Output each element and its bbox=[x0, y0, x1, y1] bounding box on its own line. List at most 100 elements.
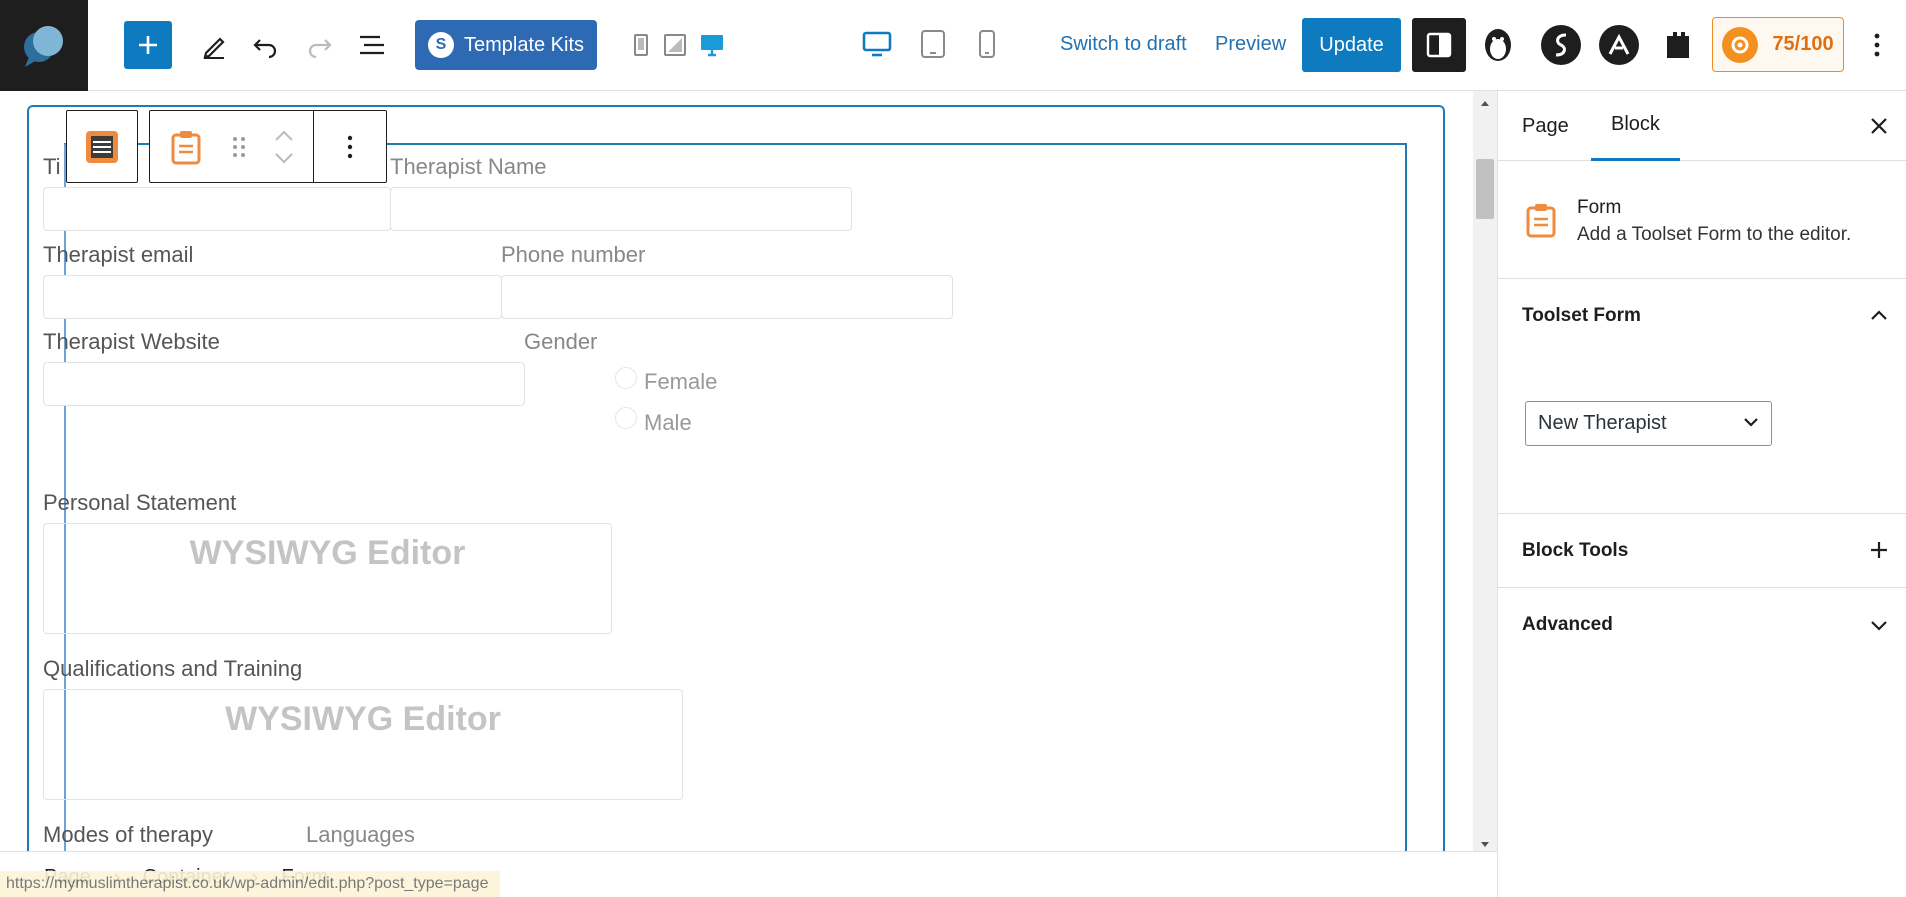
redo-button[interactable] bbox=[300, 25, 340, 65]
scrollbar-thumb[interactable] bbox=[1476, 159, 1494, 219]
drag-dots-icon bbox=[232, 136, 245, 157]
qualifications-label: Qualifications and Training bbox=[43, 656, 303, 681]
phone-number-label: Phone number bbox=[501, 242, 646, 267]
languages-label: Languages bbox=[306, 822, 415, 847]
spectra-plugin-button[interactable] bbox=[1541, 25, 1581, 65]
therapist-email-label: Therapist email bbox=[43, 242, 194, 267]
block-title: Form bbox=[1577, 197, 1622, 218]
mobile-layout-icon[interactable] bbox=[630, 32, 652, 58]
toolset-plugin-button[interactable] bbox=[1658, 25, 1698, 65]
gear-icon bbox=[1722, 26, 1759, 63]
panel-title-advanced[interactable]: Advanced bbox=[1522, 614, 1613, 636]
desktop-icon bbox=[862, 31, 892, 57]
gender-male-label: Male bbox=[644, 410, 692, 435]
tab-page[interactable]: Page bbox=[1522, 91, 1569, 161]
block-tools-panel[interactable]: Block Tools bbox=[1498, 514, 1906, 588]
move-buttons bbox=[256, 111, 314, 182]
chevron-down-icon[interactable] bbox=[1870, 620, 1888, 632]
penguin-plugin-button[interactable] bbox=[1478, 25, 1518, 65]
block-card: Form Add a Toolset Form to the editor. bbox=[1498, 161, 1906, 279]
gender-male-radio[interactable] bbox=[615, 407, 637, 429]
document-overview-button[interactable] bbox=[352, 25, 392, 65]
block-description: Add a Toolset Form to the editor. bbox=[1577, 224, 1852, 245]
add-block-button[interactable] bbox=[124, 21, 172, 69]
editor-canvas[interactable]: Ti Therapist Name Therapist email Phone … bbox=[0, 91, 1473, 851]
close-icon[interactable] bbox=[1868, 115, 1890, 137]
desktop-preview-button[interactable] bbox=[860, 27, 894, 61]
tab-block[interactable]: Block bbox=[1591, 91, 1680, 161]
select-parent-block-button[interactable] bbox=[66, 110, 138, 183]
preview-link[interactable]: Preview bbox=[1215, 33, 1286, 56]
title-input[interactable] bbox=[43, 187, 391, 231]
form-select[interactable]: New Therapist bbox=[1525, 401, 1772, 446]
template-kits-icon: S bbox=[427, 32, 454, 58]
sidebar-tabs: Page Block bbox=[1498, 91, 1906, 161]
therapist-website-label: Therapist Website bbox=[43, 329, 220, 354]
block-toolbar bbox=[149, 110, 387, 183]
sidebar-icon bbox=[1426, 32, 1452, 58]
drag-handle[interactable] bbox=[222, 111, 256, 182]
update-button[interactable]: Update bbox=[1302, 18, 1401, 72]
therapist-name-label: Therapist Name bbox=[390, 154, 547, 179]
modes-of-therapy-label: Modes of therapy bbox=[43, 822, 213, 847]
personal-statement-editor[interactable]: WYSIWYG Editor bbox=[43, 523, 612, 634]
tablet-layout-icon[interactable] bbox=[662, 32, 688, 58]
pencil-icon bbox=[203, 37, 225, 59]
settings-sidebar: Page Block Form Add a Toolset Form to th… bbox=[1497, 91, 1906, 897]
block-options-button[interactable] bbox=[314, 111, 386, 182]
list-view-icon bbox=[360, 35, 384, 55]
scroll-down-arrow-icon[interactable] bbox=[1480, 841, 1490, 849]
astra-plugin-button[interactable] bbox=[1599, 25, 1639, 65]
advanced-panel[interactable]: Advanced bbox=[1498, 588, 1906, 662]
chevron-down-icon bbox=[1744, 418, 1758, 427]
site-logo[interactable] bbox=[0, 0, 88, 91]
scroll-up-arrow-icon[interactable] bbox=[1480, 99, 1490, 107]
undo-icon bbox=[253, 39, 277, 59]
panel-title-block-tools[interactable]: Block Tools bbox=[1522, 540, 1628, 562]
form-block-icon bbox=[1526, 204, 1556, 238]
form-block-icon bbox=[171, 130, 201, 164]
plus-icon bbox=[139, 36, 157, 54]
chevron-up-icon[interactable] bbox=[274, 130, 294, 142]
gender-female-label: Female bbox=[644, 369, 718, 394]
plus-icon[interactable] bbox=[1870, 541, 1888, 559]
canvas-scrollbar[interactable] bbox=[1473, 91, 1497, 851]
desktop-layout-icon[interactable] bbox=[698, 32, 726, 58]
switch-to-draft-link[interactable]: Switch to draft bbox=[1060, 33, 1187, 56]
panel-title-toolset-form[interactable]: Toolset Form bbox=[1522, 305, 1641, 327]
tablet-preview-button[interactable] bbox=[916, 27, 950, 61]
tablet-icon bbox=[921, 30, 945, 58]
personal-statement-label: Personal Statement bbox=[43, 490, 237, 515]
tools-button[interactable] bbox=[194, 25, 234, 65]
container-block-icon bbox=[86, 130, 118, 163]
redo-icon bbox=[308, 39, 332, 59]
toolset-form-panel: Toolset Form New Therapist bbox=[1498, 279, 1906, 514]
options-menu-button[interactable] bbox=[1862, 25, 1892, 65]
editor-top-toolbar: S Template Kits Switch to draft Preview … bbox=[0, 0, 1906, 91]
lightning-s-icon bbox=[1555, 33, 1567, 57]
chevron-up-icon[interactable] bbox=[1870, 309, 1888, 321]
vertical-ellipsis-icon bbox=[347, 135, 353, 158]
undo-button[interactable] bbox=[245, 25, 285, 65]
penguin-icon bbox=[1485, 29, 1511, 61]
seo-score-button[interactable]: 75/100 bbox=[1712, 17, 1844, 72]
toolset-icon bbox=[1667, 32, 1689, 58]
phone-number-input[interactable] bbox=[501, 275, 953, 319]
therapist-website-input[interactable] bbox=[43, 362, 525, 406]
browser-status-url: https://mymuslimtherapist.co.uk/wp-admin… bbox=[0, 871, 501, 897]
settings-sidebar-toggle[interactable] bbox=[1412, 18, 1466, 72]
title-field-label: Ti bbox=[43, 154, 61, 179]
block-type-button[interactable] bbox=[150, 111, 222, 182]
template-kits-button[interactable]: S Template Kits bbox=[415, 20, 597, 70]
chat-bubbles-icon bbox=[24, 25, 63, 67]
therapist-name-input[interactable] bbox=[390, 187, 852, 231]
astra-a-icon bbox=[1608, 34, 1630, 55]
mobile-preview-button[interactable] bbox=[972, 27, 1002, 61]
chevron-down-icon[interactable] bbox=[274, 152, 294, 164]
qualifications-editor[interactable]: WYSIWYG Editor bbox=[43, 689, 683, 800]
therapist-email-input[interactable] bbox=[43, 275, 502, 319]
vertical-ellipsis-icon bbox=[1874, 33, 1880, 57]
mobile-icon bbox=[979, 30, 995, 58]
gender-label: Gender bbox=[524, 329, 598, 354]
gender-female-radio[interactable] bbox=[615, 367, 637, 389]
